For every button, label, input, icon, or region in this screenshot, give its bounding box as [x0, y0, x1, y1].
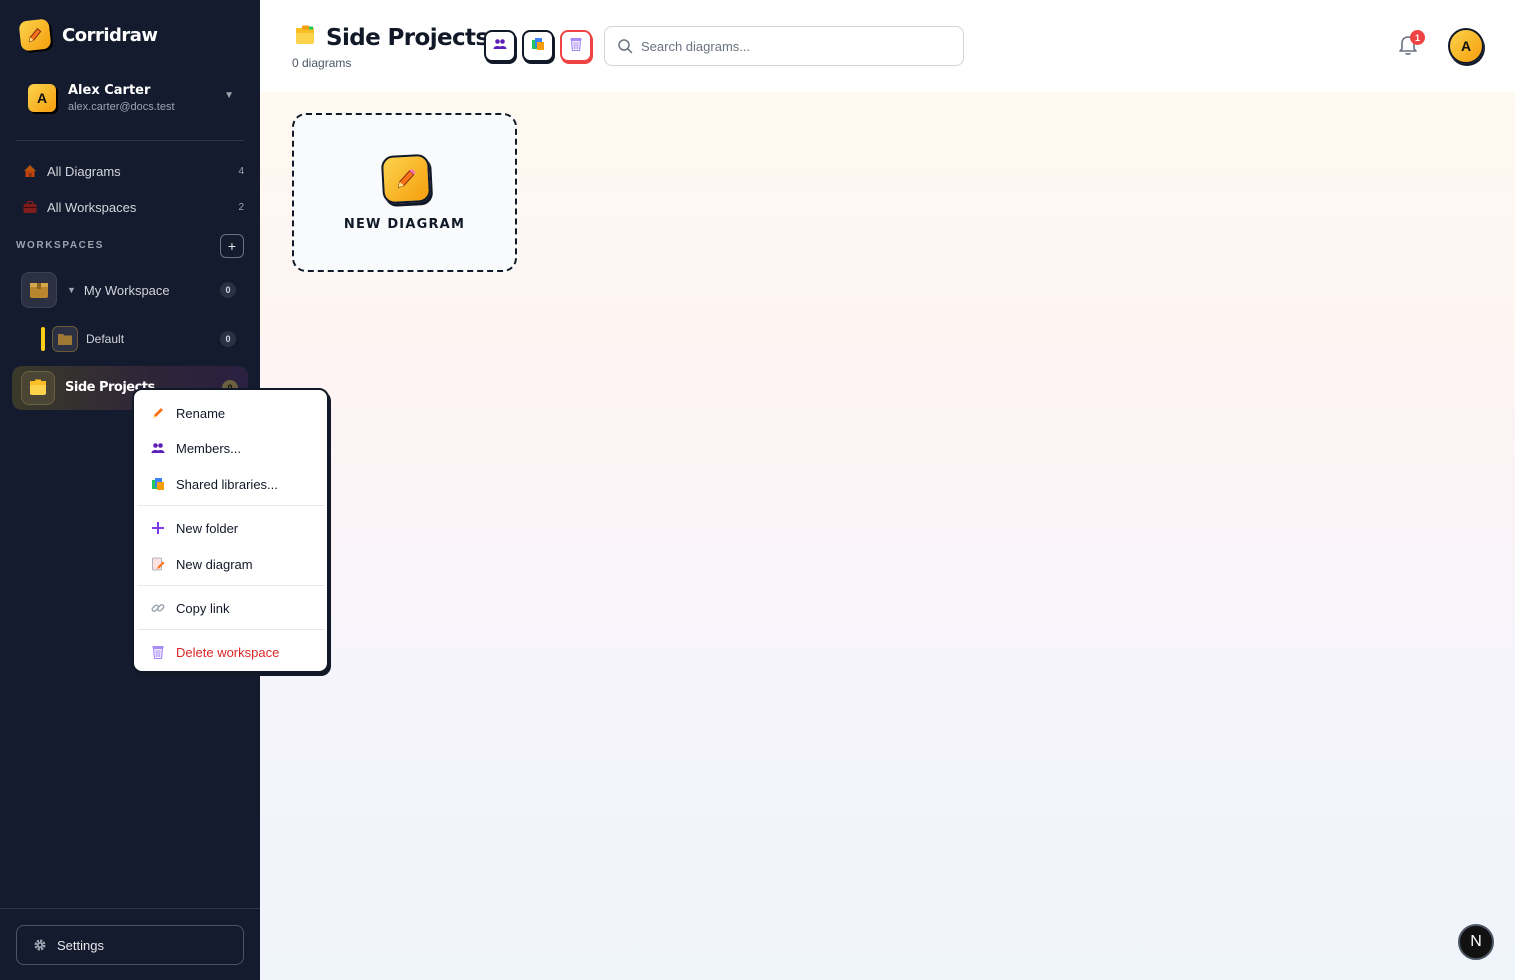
people-icon [150, 440, 166, 456]
main-content: Side Projects 0 diagrams 1 [260, 0, 1515, 980]
new-diagram-card[interactable]: NEW DIAGRAM [292, 113, 517, 272]
package-icon [21, 272, 57, 308]
brand[interactable]: Corridraw [18, 18, 158, 52]
house-icon [22, 163, 38, 179]
workspace-count: 0 [220, 282, 236, 298]
delete-workspace-button[interactable] [560, 30, 592, 62]
assistant-button[interactable]: N [1458, 924, 1494, 960]
search-icon [617, 38, 633, 54]
nav-label: All Workspaces [47, 199, 137, 215]
nav-count: 4 [238, 165, 244, 177]
people-icon [493, 37, 507, 55]
menu-label: New diagram [176, 556, 253, 572]
workspace-context-menu: Rename Members... Shared libraries... Ne… [132, 388, 329, 673]
menu-divider [138, 585, 325, 586]
link-icon [150, 600, 166, 616]
divider [16, 140, 244, 141]
menu-item-new-folder[interactable]: New folder [134, 513, 327, 543]
page-pencil-icon [150, 556, 166, 572]
folder-count: 0 [220, 331, 236, 347]
menu-item-delete-workspace[interactable]: Delete workspace [134, 637, 327, 667]
account-avatar-button[interactable]: A [1448, 28, 1484, 64]
menu-item-shared-libraries[interactable]: Shared libraries... [134, 469, 327, 499]
plus-icon [150, 520, 166, 536]
nav-count: 2 [238, 201, 244, 213]
settings-button[interactable]: Settings [16, 925, 244, 965]
section-title: WORKSPACES [16, 240, 105, 251]
new-diagram-label: NEW DIAGRAM [343, 217, 466, 232]
pencil-icon [380, 153, 432, 205]
app-name: Corridraw [62, 24, 158, 46]
menu-label: Members... [176, 440, 242, 456]
menu-divider [138, 629, 325, 630]
workspace-label: My Workspace [83, 282, 170, 298]
menu-item-new-diagram[interactable]: New diagram [134, 549, 327, 579]
menu-label: Delete workspace [176, 644, 280, 660]
menu-label: Rename [176, 405, 226, 421]
search-box[interactable] [604, 26, 964, 66]
caret-down-icon: ▼ [224, 90, 234, 101]
diagram-count: 0 diagrams [292, 56, 352, 70]
user-name: Alex Carter [68, 83, 151, 98]
settings-label: Settings [57, 937, 104, 953]
user-avatar: A [28, 84, 56, 112]
nav-all-workspaces[interactable]: All Workspaces 2 [16, 192, 244, 222]
page-heading: Side Projects [294, 24, 489, 51]
pencil-logo-icon [18, 18, 52, 52]
sidebar-footer: Settings [0, 908, 260, 980]
books-icon [150, 476, 166, 492]
menu-label: Shared libraries... [176, 476, 278, 492]
user-switcher[interactable]: A Alex Carter alex.carter@docs.test ▼ [16, 76, 244, 120]
top-bar: Side Projects 0 diagrams 1 [260, 0, 1515, 92]
nav-label: All Diagrams [47, 163, 121, 179]
pencil-icon [150, 405, 166, 421]
search-input[interactable] [641, 38, 941, 54]
user-email: alex.carter@docs.test [68, 101, 175, 113]
folder-item-default[interactable]: Default 0 [16, 325, 244, 353]
briefcase-icon [22, 199, 38, 215]
caret-down-icon[interactable]: ▼ [67, 285, 76, 295]
sticky-note-icon [294, 24, 316, 51]
menu-divider [138, 505, 325, 506]
page-title: Side Projects [326, 24, 489, 51]
folder-label: Default [86, 332, 125, 346]
nav-all-diagrams[interactable]: All Diagrams 4 [16, 156, 244, 186]
gear-icon [33, 938, 47, 952]
sticky-note-icon [21, 371, 55, 405]
workspaces-section-header: WORKSPACES + [16, 234, 244, 258]
menu-item-rename[interactable]: Rename [134, 398, 327, 428]
workspace-item-my-workspace[interactable]: ▼ My Workspace 0 [16, 272, 244, 308]
active-indicator [41, 327, 45, 351]
shared-libraries-button[interactable] [522, 30, 554, 62]
books-icon [531, 37, 545, 56]
trash-icon [150, 644, 166, 660]
add-workspace-button[interactable]: + [220, 234, 244, 258]
folder-icon [52, 326, 78, 352]
menu-item-members[interactable]: Members... [134, 433, 327, 463]
menu-label: New folder [176, 520, 239, 536]
notification-badge: 1 [1410, 30, 1425, 45]
trash-icon [570, 37, 582, 56]
menu-label: Copy link [176, 600, 230, 616]
members-button[interactable] [484, 30, 516, 62]
menu-item-copy-link[interactable]: Copy link [134, 593, 327, 623]
